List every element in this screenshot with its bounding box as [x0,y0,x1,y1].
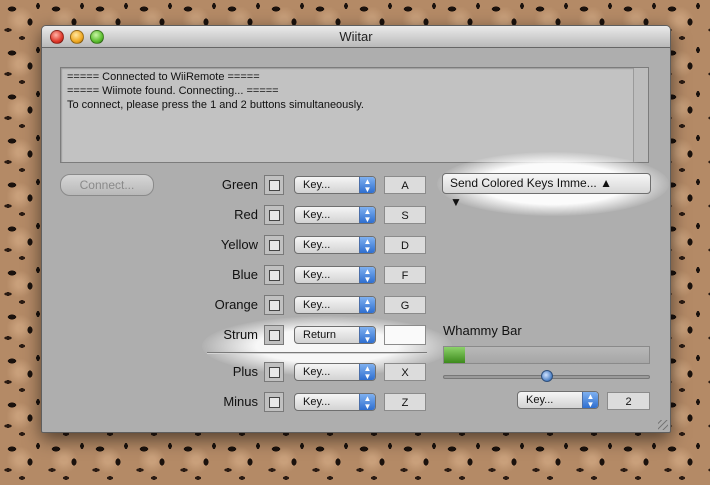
title-bar[interactable]: Wiitar [42,26,670,48]
popup-arrows-icon: ▲ ▼ [359,177,375,194]
key-popup[interactable]: Key... ▲ ▼ [294,393,376,411]
connect-button[interactable]: Connect... [60,174,154,196]
button-label: Strum [223,327,258,342]
button-label: Plus [232,364,258,379]
key-popup[interactable]: Key... ▲ ▼ [294,236,376,254]
button-label: Green [221,177,258,192]
key-field[interactable]: F [384,266,426,284]
key-popup[interactable]: Key... ▲ ▼ [294,363,376,381]
whammy-bar-label: Whammy Bar [443,323,522,338]
whammy-value-field[interactable]: 2 [607,392,650,410]
key-popup-label: Key... [303,396,331,408]
button-label: Yellow [220,237,258,252]
send-mode-popup[interactable]: Send Colored Keys Imme... ▲ ▼ [442,173,651,209]
popup-arrows-icon: ▲ ▼ [359,297,375,314]
whammy-key-label: Key... [526,394,554,406]
key-popup[interactable]: Key... ▲ ▼ [294,296,376,314]
key-popup-label: Key... [303,269,331,281]
send-mode-label: Send Colored Keys Imme... [450,176,597,190]
button-checkbox[interactable] [264,205,284,225]
log-line: ===== Connected to WiiRemote ===== [67,71,260,83]
key-field[interactable]: G [384,296,426,314]
popup-arrows-icon: ▲ ▼ [359,267,375,284]
key-field[interactable]: A [384,176,426,194]
key-popup[interactable]: Key... ▲ ▼ [294,266,376,284]
button-checkbox[interactable] [264,175,284,195]
button-label: Minus [223,394,258,409]
popup-arrows-icon: ▲ ▼ [359,394,375,411]
popup-arrows-icon: ▲ ▼ [359,327,375,344]
key-popup-label: Return [303,329,337,341]
button-label: Red [234,207,258,222]
key-field[interactable]: Z [384,393,426,411]
row-separator [207,352,427,354]
button-checkbox[interactable] [264,325,284,345]
log-scrollbar[interactable] [633,68,648,162]
resize-grip-icon[interactable] [658,420,668,430]
button-label: Orange [214,297,258,312]
button-checkbox[interactable] [264,265,284,285]
log-line: To connect, please press the 1 and 2 but… [67,99,364,111]
whammy-level-indicator [443,346,650,364]
key-field[interactable] [384,325,426,345]
button-label: Blue [231,267,258,282]
key-popup-label: Key... [303,239,331,251]
button-checkbox[interactable] [264,392,284,412]
log-line: ===== Wiimote found. Connecting... ===== [67,85,279,97]
key-popup[interactable]: Return ▲ ▼ [294,326,376,344]
whammy-key-popup[interactable]: Key... ▲ ▼ [517,391,599,409]
key-field[interactable]: X [384,363,426,381]
key-popup-label: Key... [303,299,331,311]
window-title: Wiitar [339,29,373,44]
connection-log[interactable]: ===== Connected to WiiRemote ===== =====… [60,67,649,163]
key-popup-label: Key... [303,209,331,221]
key-popup[interactable]: Key... ▲ ▼ [294,176,376,194]
key-field[interactable]: S [384,206,426,224]
whammy-slider-knob[interactable] [540,370,553,382]
key-popup[interactable]: Key... ▲ ▼ [294,206,376,224]
button-checkbox[interactable] [264,295,284,315]
popup-arrows-icon: ▲ ▼ [359,364,375,381]
key-field[interactable]: D [384,236,426,254]
key-popup-label: Key... [303,366,331,378]
popup-arrows-icon: ▲ ▼ [359,207,375,224]
whammy-level-fill [444,347,465,363]
key-popup-label: Key... [303,179,331,191]
popup-arrows-icon: ▲ ▼ [582,392,598,409]
popup-arrows-icon: ▲ ▼ [359,237,375,254]
wiitar-window: Wiitar ===== Connected to WiiRemote ====… [41,25,671,433]
button-checkbox[interactable] [264,362,284,382]
button-checkbox[interactable] [264,235,284,255]
